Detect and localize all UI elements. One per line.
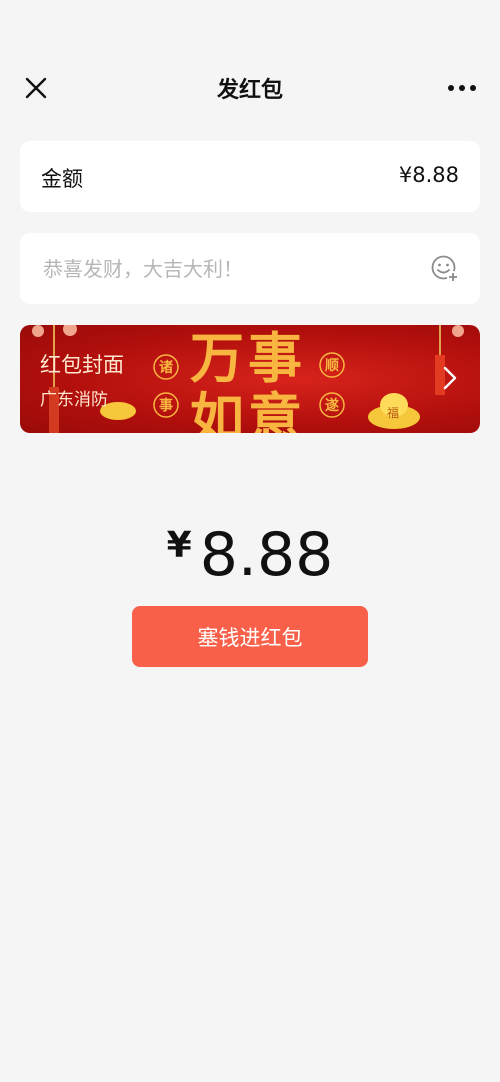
cover-title: 红包封面 xyxy=(40,353,124,377)
page-title: 发红包 xyxy=(216,78,283,103)
svg-text:万: 万 xyxy=(190,329,244,389)
svg-text:顺: 顺 xyxy=(325,357,339,373)
amount-card[interactable]: 金额 ¥8.88 xyxy=(20,141,480,212)
cover-artwork: 万 事 如 意 诸 事 顺 遂 福 xyxy=(32,325,464,433)
red-packet-cover-banner[interactable]: 万 事 如 意 诸 事 顺 遂 福 红包封面 广东消防 xyxy=(20,325,480,433)
message-input[interactable] xyxy=(41,251,425,287)
message-card xyxy=(20,233,480,304)
svg-text:诸: 诸 xyxy=(159,359,173,375)
amount-value[interactable]: ¥8.88 xyxy=(399,163,459,187)
currency-symbol: ¥ xyxy=(166,525,192,566)
svg-text:遂: 遂 xyxy=(325,397,339,413)
top-bar: 发红包 xyxy=(0,60,500,116)
svg-text:事: 事 xyxy=(159,397,173,413)
total-amount: ¥8.88 xyxy=(0,520,500,590)
svg-text:意: 意 xyxy=(248,389,302,433)
amount-label: 金额 xyxy=(41,167,83,191)
more-icon[interactable] xyxy=(446,76,478,100)
total-amount-value: 8.88 xyxy=(199,520,334,590)
svg-text:事: 事 xyxy=(248,329,302,389)
svg-text:福: 福 xyxy=(387,405,399,420)
emoji-add-icon[interactable] xyxy=(430,254,460,284)
svg-text:如: 如 xyxy=(190,389,244,433)
cover-subtitle: 广东消防 xyxy=(40,390,108,410)
submit-button[interactable]: 塞钱进红包 xyxy=(132,606,368,667)
chevron-right-icon[interactable] xyxy=(442,365,458,391)
